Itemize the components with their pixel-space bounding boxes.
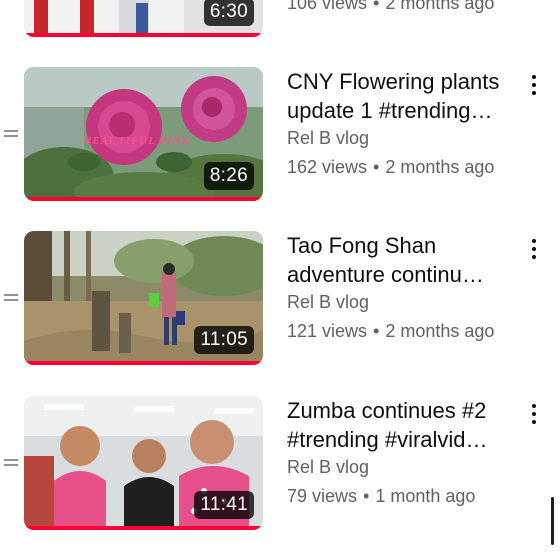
playlist-item[interactable]: 11:05 Tao Fong Shan adventure continu… R… (0, 231, 560, 365)
channel-name[interactable]: Rel B vlog (287, 290, 527, 314)
playlist-video-list: 6:30 106 views • 2 months ago BEAUTIFUL … (0, 0, 560, 560)
video-thumbnail[interactable]: 6:30 (24, 0, 263, 37)
view-count: 79 views (287, 486, 358, 506)
channel-name[interactable]: Rel B vlog (287, 455, 527, 479)
upload-age: 2 months ago (385, 157, 495, 177)
watch-progress-bar (24, 33, 263, 37)
view-count: 121 views (287, 321, 368, 341)
drag-handle-icon[interactable] (4, 459, 18, 469)
meta-separator: • (373, 0, 380, 13)
duration-badge: 8:26 (203, 162, 254, 190)
watch-progress-bar (24, 361, 263, 365)
duration-badge: 6:30 (203, 0, 254, 26)
more-vert-icon[interactable] (526, 239, 542, 265)
view-count: 106 views (287, 0, 368, 13)
upload-age: 2 months ago (385, 0, 495, 13)
video-title[interactable]: Tao Fong Shan adventure continu… (287, 231, 527, 289)
video-thumbnail[interactable]: 11:05 (24, 231, 263, 365)
duration-badge: 11:41 (194, 491, 254, 519)
video-info: Tao Fong Shan adventure continu… Rel B v… (287, 231, 527, 343)
video-info: 106 views • 2 months ago (287, 0, 527, 15)
more-vert-icon[interactable] (526, 75, 542, 101)
duration-badge: 11:05 (194, 326, 254, 354)
video-thumbnail[interactable]: BEAUTIFUL PINK 8:26 (24, 67, 263, 201)
watch-progress-bar (24, 526, 263, 530)
video-title[interactable]: CNY Flowering plants update 1 #trending… (287, 67, 527, 125)
video-meta: 79 views • 1 month ago (287, 484, 527, 508)
meta-separator: • (373, 321, 380, 341)
video-meta: 106 views • 2 months ago (287, 0, 527, 15)
channel-name[interactable]: Rel B vlog (287, 126, 527, 150)
upload-age: 2 months ago (385, 321, 495, 341)
playlist-item[interactable]: 6:30 106 views • 2 months ago (0, 0, 560, 45)
video-title[interactable]: Zumba continues #2 #trending #viralvid… (287, 396, 527, 454)
playlist-item[interactable]: BEAUTIFUL PINK 8:26 CNY Flowering plants… (0, 67, 560, 201)
more-vert-icon[interactable] (526, 404, 542, 430)
view-count: 162 views (287, 157, 368, 177)
meta-separator: • (373, 157, 380, 177)
scrollbar-thumb[interactable] (551, 497, 554, 545)
video-info: Zumba continues #2 #trending #viralvid… … (287, 396, 527, 508)
video-meta: 162 views • 2 months ago (287, 155, 527, 179)
drag-handle-icon[interactable] (4, 294, 18, 304)
thumbnail-overlay-text: BEAUTIFUL PINK (84, 135, 190, 147)
video-info: CNY Flowering plants update 1 #trending…… (287, 67, 527, 179)
upload-age: 1 month ago (375, 486, 476, 506)
video-thumbnail[interactable]: 11:41 (24, 396, 263, 530)
meta-separator: • (363, 486, 370, 506)
playlist-item[interactable]: 11:41 Zumba continues #2 #trending #vira… (0, 396, 560, 530)
video-meta: 121 views • 2 months ago (287, 319, 527, 343)
watch-progress-bar (24, 197, 263, 201)
drag-handle-icon[interactable] (4, 130, 18, 140)
